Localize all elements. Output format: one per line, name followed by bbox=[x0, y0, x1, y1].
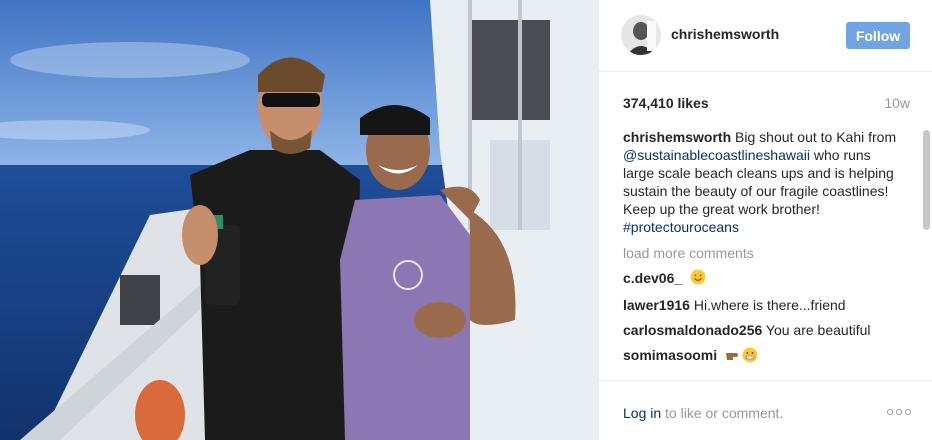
comment-item: c.dev06_ bbox=[623, 269, 909, 289]
avatar[interactable] bbox=[621, 15, 661, 55]
login-link[interactable]: Log in bbox=[623, 405, 661, 421]
comment-username[interactable]: somimasoomi bbox=[623, 347, 717, 363]
comment-text: You are beautiful bbox=[765, 322, 871, 339]
post-age[interactable]: 10w bbox=[884, 95, 910, 111]
post-header: chrishemsworth Follow bbox=[599, 0, 932, 72]
more-options-icon[interactable] bbox=[887, 409, 911, 415]
post-side-panel: chrishemsworth Follow 374,410 likes 10w … bbox=[598, 0, 932, 440]
point-right-grin-emoji-icon bbox=[725, 347, 759, 367]
comments-list[interactable]: chrishemsworth Big shout out to Kahi fro… bbox=[599, 128, 932, 378]
caption-hashtag[interactable]: #protectouroceans bbox=[623, 219, 739, 235]
header-username[interactable]: chrishemsworth bbox=[671, 26, 779, 42]
comment-item: lawer1916 Hi.where is there...friend bbox=[623, 296, 909, 314]
dot bbox=[887, 409, 893, 415]
smiling-hearts-emoji-icon bbox=[690, 269, 706, 289]
comment-username[interactable]: carlosmaldonado256 bbox=[623, 322, 762, 338]
post-photo[interactable] bbox=[0, 0, 598, 440]
post-image bbox=[0, 0, 598, 440]
login-prompt-text: to like or comment. bbox=[665, 405, 784, 421]
caption-text-1: Big shout out to Kahi from bbox=[735, 129, 897, 145]
follow-button[interactable]: Follow bbox=[846, 22, 910, 49]
post-caption: chrishemsworth Big shout out to Kahi fro… bbox=[623, 128, 899, 236]
caption-username[interactable]: chrishemsworth bbox=[623, 129, 731, 145]
scrollbar-thumb[interactable] bbox=[923, 130, 930, 230]
likes-count[interactable]: 374,410 likes bbox=[623, 95, 709, 111]
comment-item: carlosmaldonado256 You are beautiful bbox=[623, 321, 909, 339]
dot bbox=[905, 409, 911, 415]
comment-username[interactable]: c.dev06_ bbox=[623, 270, 682, 286]
comment-item: somimasoomi bbox=[623, 346, 909, 366]
instagram-post: chrishemsworth Follow 374,410 likes 10w … bbox=[0, 0, 932, 440]
likes-row: 374,410 likes 10w bbox=[623, 95, 910, 111]
avatar-image bbox=[621, 15, 661, 55]
comment-username[interactable]: lawer1916 bbox=[623, 297, 690, 313]
dot bbox=[896, 409, 902, 415]
load-more-comments[interactable]: load more comments bbox=[623, 244, 909, 262]
comment-text: Hi.where is there...friend bbox=[693, 297, 846, 314]
comments-scrollbar[interactable] bbox=[923, 128, 930, 378]
login-prompt: Log in to like or comment. bbox=[623, 405, 783, 421]
post-footer: Log in to like or comment. bbox=[599, 380, 932, 440]
caption-mention[interactable]: @sustainablecoastlineshawaii bbox=[623, 147, 810, 163]
